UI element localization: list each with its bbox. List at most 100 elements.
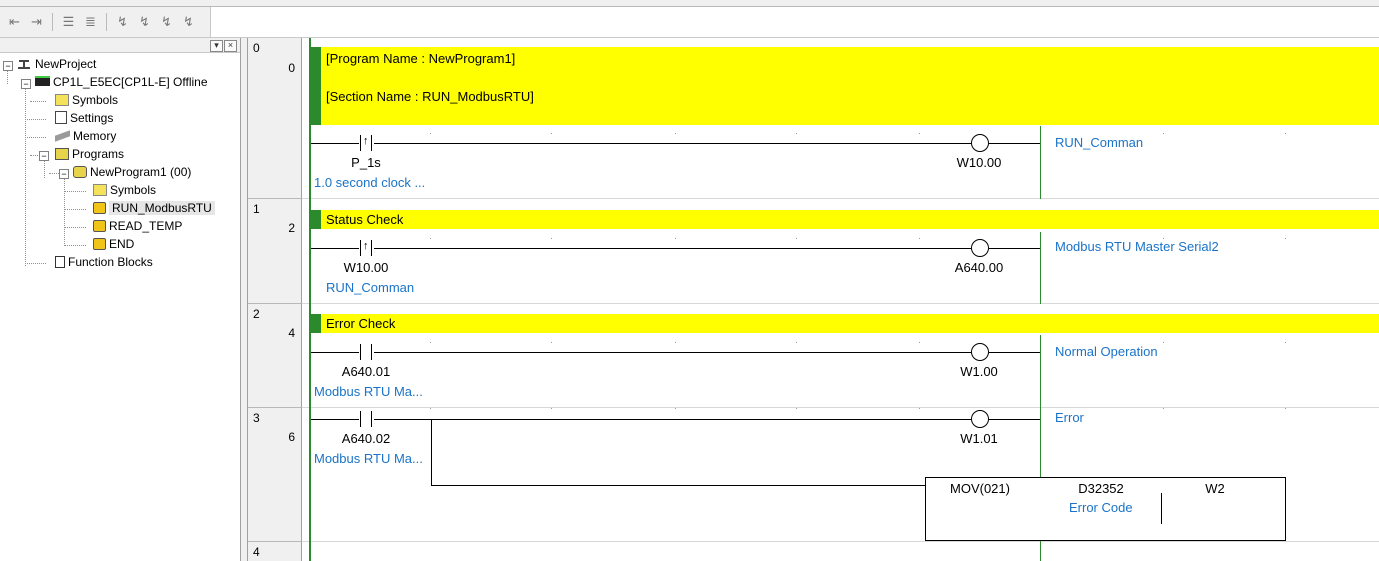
tree-line [7, 70, 8, 84]
tree-item-label: Symbols [110, 183, 157, 197]
plc-icon [35, 76, 50, 86]
rung-comment-banner[interactable]: Error Check [311, 314, 1379, 333]
operand-comment: Error Code [1069, 500, 1133, 515]
tree-line [64, 209, 86, 210]
tree-item-symbols[interactable]: Symbols [55, 91, 118, 109]
dropdown-icon[interactable]: ▾ [210, 40, 223, 52]
tree-line [30, 101, 46, 102]
tree-item-section-read[interactable]: READ_TEMP [93, 217, 182, 235]
tree-item-function-blocks[interactable]: Function Blocks [55, 253, 153, 271]
tree-line [25, 263, 46, 264]
collapse-toggle[interactable]: − [3, 61, 13, 71]
tree-item-label: NewProject [35, 57, 97, 71]
rung-wire [311, 248, 359, 249]
output-coil[interactable] [971, 410, 989, 428]
rung-number: 0 [253, 41, 260, 55]
rung-number: 1 [253, 202, 260, 216]
coil-operand: W1.01 [960, 431, 998, 446]
coil-comment: RUN_Comman [1055, 135, 1144, 150]
tree-line [25, 119, 46, 120]
tree-item-label: CP1L_E5EC[CP1L-E] Offline [53, 75, 208, 89]
tree-item-program1[interactable]: NewProgram1 (00) [73, 163, 191, 181]
rung-number: 3 [253, 411, 260, 425]
close-icon[interactable]: × [224, 40, 237, 52]
source-operand: D32352 [1078, 481, 1124, 496]
output-coil[interactable] [971, 343, 989, 361]
settings-icon [55, 111, 67, 124]
no-contact[interactable] [358, 344, 374, 360]
tree-item-project[interactable]: NewProject [17, 55, 96, 73]
collapse-toggle[interactable]: − [59, 169, 69, 179]
tree-item-programs[interactable]: Programs [55, 145, 124, 163]
indent-left-icon[interactable]: ⇤ [6, 13, 23, 30]
contact-comment: 1.0 second clock ... [314, 175, 426, 190]
link-icon[interactable]: ↯ [158, 13, 175, 30]
tree-line [64, 245, 86, 246]
toolbar-separator [106, 13, 107, 31]
banner-marker [311, 47, 321, 125]
no-contact[interactable] [358, 411, 374, 427]
contact-operand: A640.01 [341, 364, 391, 379]
memory-icon [55, 130, 70, 142]
rung-wire [374, 352, 971, 353]
program-name-label: [Program Name : NewProgram1] [326, 51, 516, 66]
rung-wire [989, 419, 1040, 420]
indent-right-icon[interactable]: ⇥ [28, 13, 45, 30]
tree-item-section-end[interactable]: END [93, 235, 134, 253]
rung-wire [311, 143, 359, 144]
step-number: 6 [288, 430, 295, 444]
section-name-label: [Section Name : RUN_ModbusRTU] [326, 89, 534, 104]
program-icon [73, 166, 87, 178]
output-coil[interactable] [971, 134, 989, 152]
rising-edge-contact[interactable]: ↑ [358, 135, 374, 151]
tree-item-settings[interactable]: Settings [55, 109, 113, 127]
rung-comment-banner[interactable]: Status Check [311, 210, 1379, 229]
rung-header[interactable]: 2 4 [248, 304, 302, 408]
rung-wire [311, 419, 359, 420]
right-power-rail [1040, 232, 1041, 304]
rung-wire [374, 143, 971, 144]
list-icon[interactable]: ☰ [60, 13, 77, 30]
step-number: 4 [288, 326, 295, 340]
unlink-icon[interactable]: ↯ [180, 13, 197, 30]
tree-item-plc[interactable]: CP1L_E5EC[CP1L-E] Offline [35, 73, 208, 91]
destination-operand: W2 [1205, 481, 1225, 496]
rung-comment-label: Status Check [326, 212, 404, 227]
top-strip [0, 0, 1379, 7]
tree-item-program-symbols[interactable]: Symbols [93, 181, 156, 199]
collapse-toggle[interactable]: − [21, 79, 31, 89]
section-icon [93, 202, 106, 214]
symbols-icon [93, 184, 107, 196]
rising-edge-contact[interactable]: ↑ [358, 240, 374, 256]
rung-wire [374, 419, 971, 420]
rung-number: 4 [253, 545, 260, 559]
tree-line [25, 137, 46, 138]
rung-header[interactable]: 0 0 [248, 38, 302, 199]
tree-item-label: NewProgram1 (00) [90, 165, 192, 179]
list-indent-icon[interactable]: ≣ [82, 13, 99, 30]
panel-splitter[interactable] [241, 38, 248, 561]
tree-item-label: READ_TEMP [109, 219, 183, 233]
output-coil[interactable] [971, 239, 989, 257]
coil-operand: A640.00 [954, 260, 1004, 275]
tree-item-label: END [109, 237, 135, 251]
program-section-banner[interactable]: [Program Name : NewProgram1] [Section Na… [311, 47, 1379, 125]
tree-item-memory[interactable]: Memory [55, 127, 116, 145]
tree-line [25, 88, 26, 266]
tree-item-section-run[interactable]: RUN_ModbusRTU [93, 199, 215, 217]
section-icon [93, 238, 106, 250]
step-number: 2 [288, 221, 295, 235]
collapse-toggle[interactable]: − [39, 151, 49, 161]
rung-header[interactable]: 1 2 [248, 199, 302, 304]
rung-wire [989, 352, 1040, 353]
tree-line [44, 160, 45, 178]
rung-wire [374, 248, 971, 249]
contact-comment: RUN_Comman [326, 280, 415, 295]
rung-separator [302, 407, 1379, 408]
rung-number: 2 [253, 307, 260, 321]
rung-header[interactable]: 4 [248, 542, 302, 561]
reset-bit-icon[interactable]: ↯ [136, 13, 153, 30]
toolbar-separator [52, 13, 53, 31]
set-bit-icon[interactable]: ↯ [114, 13, 131, 30]
rung-header[interactable]: 3 6 [248, 408, 302, 542]
